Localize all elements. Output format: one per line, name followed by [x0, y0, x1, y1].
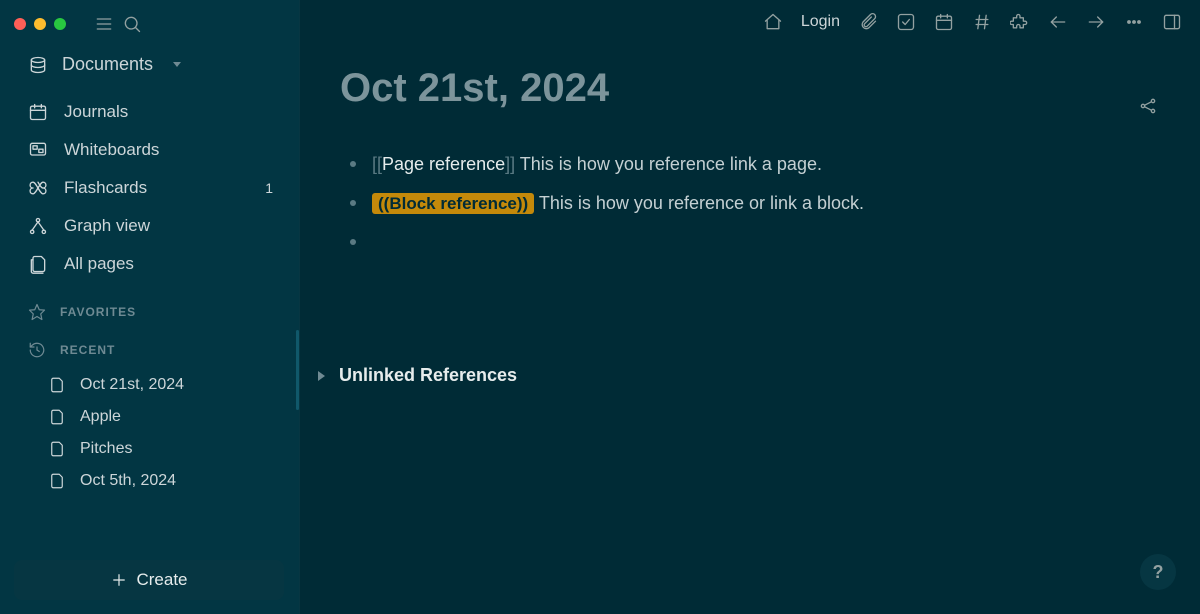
recent-item[interactable]: Oct 5th, 2024	[0, 465, 299, 497]
unlinked-references-toggle[interactable]: Unlinked References	[340, 365, 1160, 386]
panel-icon	[1162, 12, 1182, 32]
block-text: This is how you reference link a page.	[515, 154, 822, 174]
nav-all-pages[interactable]: All pages	[0, 245, 299, 283]
page-icon	[48, 408, 66, 426]
pages-icon	[28, 254, 48, 274]
recent-heading[interactable]: RECENT	[0, 327, 299, 365]
help-button[interactable]: ?	[1140, 554, 1176, 590]
history-icon	[28, 341, 46, 359]
menu-icon[interactable]	[94, 14, 114, 34]
recent-label: Pitches	[80, 440, 132, 458]
nav-label: Graph view	[64, 216, 150, 236]
puzzle-icon	[1010, 12, 1030, 32]
page-ref-close: ]]	[505, 154, 515, 174]
paperclip-icon	[858, 12, 878, 32]
hash-button[interactable]	[972, 12, 992, 32]
window-maximize[interactable]	[54, 18, 66, 30]
calendar-icon	[934, 12, 954, 32]
block[interactable]: ((Block reference)) This is how you refe…	[350, 190, 1160, 217]
database-icon	[28, 55, 48, 75]
back-button[interactable]	[1048, 12, 1068, 32]
hash-icon	[972, 12, 992, 32]
page-ref-open: [[	[372, 154, 382, 174]
login-link[interactable]: Login	[801, 13, 840, 31]
calendar-icon	[28, 102, 48, 122]
search-icon[interactable]	[122, 14, 142, 34]
page-icon	[48, 440, 66, 458]
graph-icon	[28, 216, 48, 236]
right-panel-toggle[interactable]	[1162, 12, 1182, 32]
star-icon	[28, 303, 46, 321]
bullet-icon[interactable]	[350, 239, 356, 245]
disclosure-triangle-icon	[318, 371, 325, 381]
home-button[interactable]	[763, 12, 783, 32]
nav-whiteboards[interactable]: Whiteboards	[0, 131, 299, 169]
recent-item[interactable]: Pitches	[0, 433, 299, 465]
nav-label: All pages	[64, 254, 134, 274]
window-close[interactable]	[14, 18, 26, 30]
flashcards-count: 1	[265, 180, 281, 196]
arrow-left-icon	[1048, 12, 1068, 32]
nav-label: Journals	[64, 102, 128, 122]
block-text: This is how you reference or link a bloc…	[534, 193, 864, 213]
block[interactable]: [[Page reference]] This is how you refer…	[350, 151, 1160, 178]
recent-label: Oct 21st, 2024	[80, 376, 184, 394]
infinity-icon	[28, 178, 48, 198]
nav-graph-view[interactable]: Graph view	[0, 207, 299, 245]
share-nodes-icon	[1138, 96, 1158, 116]
recent-label: Apple	[80, 408, 121, 426]
check-square-icon	[896, 12, 916, 32]
workspace-label: Documents	[62, 54, 153, 75]
page-reference-link[interactable]: Page reference	[382, 154, 505, 174]
bullet-icon[interactable]	[350, 200, 356, 206]
block[interactable]	[350, 229, 1160, 245]
window-minimize[interactable]	[34, 18, 46, 30]
whiteboard-icon	[28, 140, 48, 160]
more-button[interactable]	[1124, 12, 1144, 32]
sidebar-resize-handle[interactable]	[296, 330, 299, 410]
block-reference-link[interactable]: ((Block reference))	[372, 193, 534, 214]
page-icon	[48, 472, 66, 490]
home-icon	[763, 12, 783, 32]
create-button[interactable]: Create	[14, 560, 284, 600]
page-graph-button[interactable]	[1138, 96, 1158, 121]
calendar-button[interactable]	[934, 12, 954, 32]
forward-button[interactable]	[1086, 12, 1106, 32]
nav-label: Flashcards	[64, 178, 147, 198]
recent-item[interactable]: Apple	[0, 401, 299, 433]
chevron-down-icon	[173, 62, 181, 67]
bullet-icon[interactable]	[350, 161, 356, 167]
nav-journals[interactable]: Journals	[0, 93, 299, 131]
unlinked-references-label: Unlinked References	[339, 365, 517, 386]
dots-icon	[1124, 12, 1144, 32]
workspace-switcher[interactable]: Documents	[0, 44, 299, 87]
link-button[interactable]	[858, 12, 878, 32]
page-title[interactable]: Oct 21st, 2024	[340, 66, 1160, 111]
page-icon	[48, 376, 66, 394]
block-content[interactable]: ((Block reference)) This is how you refe…	[372, 190, 864, 217]
block-content[interactable]: [[Page reference]] This is how you refer…	[372, 151, 822, 178]
todo-button[interactable]	[896, 12, 916, 32]
create-label: Create	[136, 570, 187, 590]
recent-item[interactable]: Oct 21st, 2024	[0, 369, 299, 401]
arrow-right-icon	[1086, 12, 1106, 32]
favorites-heading[interactable]: FAVORITES	[0, 289, 299, 327]
plugins-button[interactable]	[1010, 12, 1030, 32]
plus-icon	[110, 571, 128, 589]
nav-label: Whiteboards	[64, 140, 159, 160]
recent-label: Oct 5th, 2024	[80, 472, 176, 490]
nav-flashcards[interactable]: Flashcards 1	[0, 169, 299, 207]
